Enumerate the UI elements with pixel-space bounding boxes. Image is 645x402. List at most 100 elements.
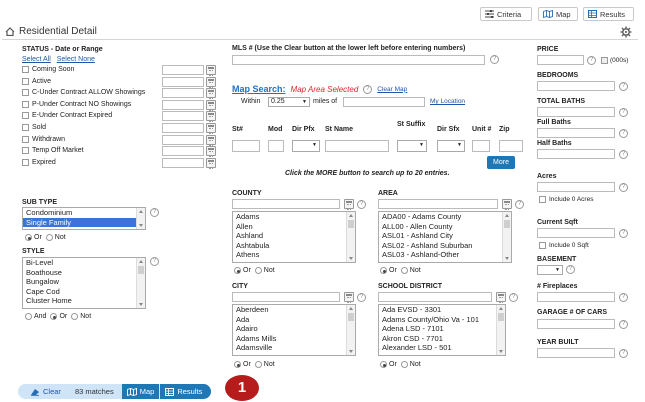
calendar-icon[interactable] <box>206 146 216 158</box>
map-button[interactable]: Map <box>538 7 578 21</box>
list-item[interactable]: Condominium <box>23 208 145 218</box>
county-filter-input[interactable] <box>232 199 340 209</box>
county-not-radio[interactable] <box>254 267 262 274</box>
list-item[interactable]: Cluster Home <box>23 296 145 306</box>
clear-button[interactable]: Clear <box>18 387 67 396</box>
select-none-link[interactable]: Select None <box>57 56 95 63</box>
scrollbar[interactable] <box>346 212 355 262</box>
map-search-link[interactable]: Map Search: <box>232 84 286 94</box>
area-not-radio[interactable] <box>400 267 408 274</box>
area-list[interactable]: ADA00 - Adams County ALL00 - Allen Count… <box>378 211 512 263</box>
list-item[interactable]: Athens <box>233 250 355 260</box>
list-item[interactable]: Cape Cod <box>23 287 145 297</box>
status-row[interactable]: Withdrawn <box>22 135 65 143</box>
list-item[interactable]: Boathouse <box>23 268 145 278</box>
bottom-results-button[interactable]: Results <box>159 384 212 399</box>
include-acres-checkbox[interactable] <box>539 196 546 203</box>
scrollbar[interactable] <box>346 305 355 355</box>
status-checkbox[interactable] <box>22 147 29 155</box>
include-sqft-checkbox[interactable] <box>539 242 546 249</box>
price-input[interactable] <box>537 55 584 65</box>
street-input[interactable] <box>499 140 523 152</box>
scrollbar[interactable] <box>496 305 505 355</box>
help-icon[interactable]: ? <box>619 183 628 192</box>
county-list[interactable]: Adams Allen Ashland Ashtabula Athens <box>232 211 356 263</box>
half-baths-input[interactable] <box>537 149 615 159</box>
bedrooms-input[interactable] <box>537 81 615 91</box>
style-list[interactable]: Bi-Level Boathouse Bungalow Cape Cod Clu… <box>22 257 146 309</box>
style-not-radio[interactable] <box>71 313 79 320</box>
mls-input[interactable] <box>232 55 485 65</box>
status-checkbox[interactable] <box>22 135 29 143</box>
list-item[interactable]: ASL02 - Ashland Suburban <box>379 241 511 251</box>
status-checkbox[interactable] <box>22 77 29 85</box>
status-date-input[interactable] <box>162 123 204 133</box>
status-date-input[interactable] <box>162 65 204 75</box>
list-item[interactable]: Akron CSD - 7701 <box>379 334 505 344</box>
street-input[interactable] <box>268 140 284 152</box>
my-location-link[interactable]: My Location <box>430 98 465 105</box>
city-list[interactable]: Aberdeen Ada Adairo Adams Mills Adamsvil… <box>232 304 356 356</box>
calendar-icon[interactable] <box>206 123 216 134</box>
full-baths-input[interactable] <box>537 128 615 138</box>
street-select[interactable] <box>292 140 320 152</box>
help-icon[interactable]: ? <box>619 108 628 117</box>
street-select[interactable] <box>397 140 427 152</box>
list-item[interactable]: Ashtabula <box>233 241 355 251</box>
total-baths-input[interactable] <box>537 107 615 117</box>
status-checkbox[interactable] <box>22 89 29 97</box>
subtype-list[interactable]: Condominium Single Family <box>22 207 146 230</box>
list-item[interactable]: Ada <box>233 315 355 325</box>
help-icon[interactable]: ? <box>619 229 628 238</box>
calendar-icon[interactable] <box>206 99 216 111</box>
list-item[interactable]: Adena LSD - 7101 <box>379 324 505 334</box>
garage-input[interactable] <box>537 319 615 329</box>
help-icon[interactable]: ? <box>150 257 159 266</box>
status-row[interactable]: E-Under Contract Expired <box>22 112 112 120</box>
list-item[interactable]: Adamsville <box>233 343 355 353</box>
county-or-radio[interactable] <box>234 267 241 274</box>
list-picker-icon[interactable] <box>344 292 354 303</box>
results-button[interactable]: Results <box>583 7 634 21</box>
help-icon[interactable]: ? <box>357 200 366 209</box>
status-date-input[interactable] <box>162 88 204 99</box>
status-checkbox[interactable] <box>22 100 29 108</box>
status-date-input[interactable] <box>162 99 204 110</box>
street-select[interactable] <box>437 140 465 152</box>
scrollbar[interactable] <box>502 212 511 262</box>
basement-select[interactable] <box>537 265 563 275</box>
help-icon[interactable]: ? <box>515 200 524 209</box>
calendar-icon[interactable] <box>206 111 216 123</box>
list-item[interactable]: Aberdeen <box>233 305 355 315</box>
street-input[interactable] <box>472 140 490 152</box>
calendar-icon[interactable] <box>206 134 216 146</box>
help-icon[interactable]: ? <box>150 208 159 217</box>
status-checkbox[interactable] <box>22 112 29 120</box>
list-item[interactable]: ASL03 - Ashland-Other <box>379 250 511 260</box>
help-icon[interactable]: ? <box>509 293 518 302</box>
within-select[interactable]: 0.25 <box>268 97 310 107</box>
status-row[interactable]: P-Under Contract NO Showings <box>22 100 131 108</box>
gear-icon[interactable] <box>620 26 632 38</box>
thousands-checkbox[interactable] <box>601 57 608 64</box>
help-icon[interactable]: ? <box>619 320 628 329</box>
more-button[interactable]: More <box>487 156 515 169</box>
criteria-button[interactable]: Criteria <box>480 7 532 21</box>
status-checkbox[interactable] <box>22 124 29 131</box>
subtype-or-radio[interactable] <box>25 234 32 241</box>
status-row[interactable]: Coming Soon <box>22 66 74 73</box>
list-item[interactable]: Allen <box>233 222 355 232</box>
status-row[interactable]: Temp Off Market <box>22 147 84 155</box>
list-picker-icon[interactable] <box>502 199 512 210</box>
help-icon[interactable]: ? <box>490 55 499 64</box>
list-item[interactable]: ADA00 - Adams County <box>379 212 511 222</box>
subtype-not-radio[interactable] <box>45 234 53 241</box>
status-date-input[interactable] <box>162 157 204 168</box>
city-filter-input[interactable] <box>232 292 340 302</box>
list-item[interactable]: Adairo <box>233 324 355 334</box>
help-icon[interactable]: ? <box>619 150 628 159</box>
area-filter-input[interactable] <box>378 199 498 209</box>
city-not-radio[interactable] <box>254 361 262 368</box>
help-icon[interactable]: ? <box>619 349 628 358</box>
list-item[interactable]: Ashland <box>233 231 355 241</box>
